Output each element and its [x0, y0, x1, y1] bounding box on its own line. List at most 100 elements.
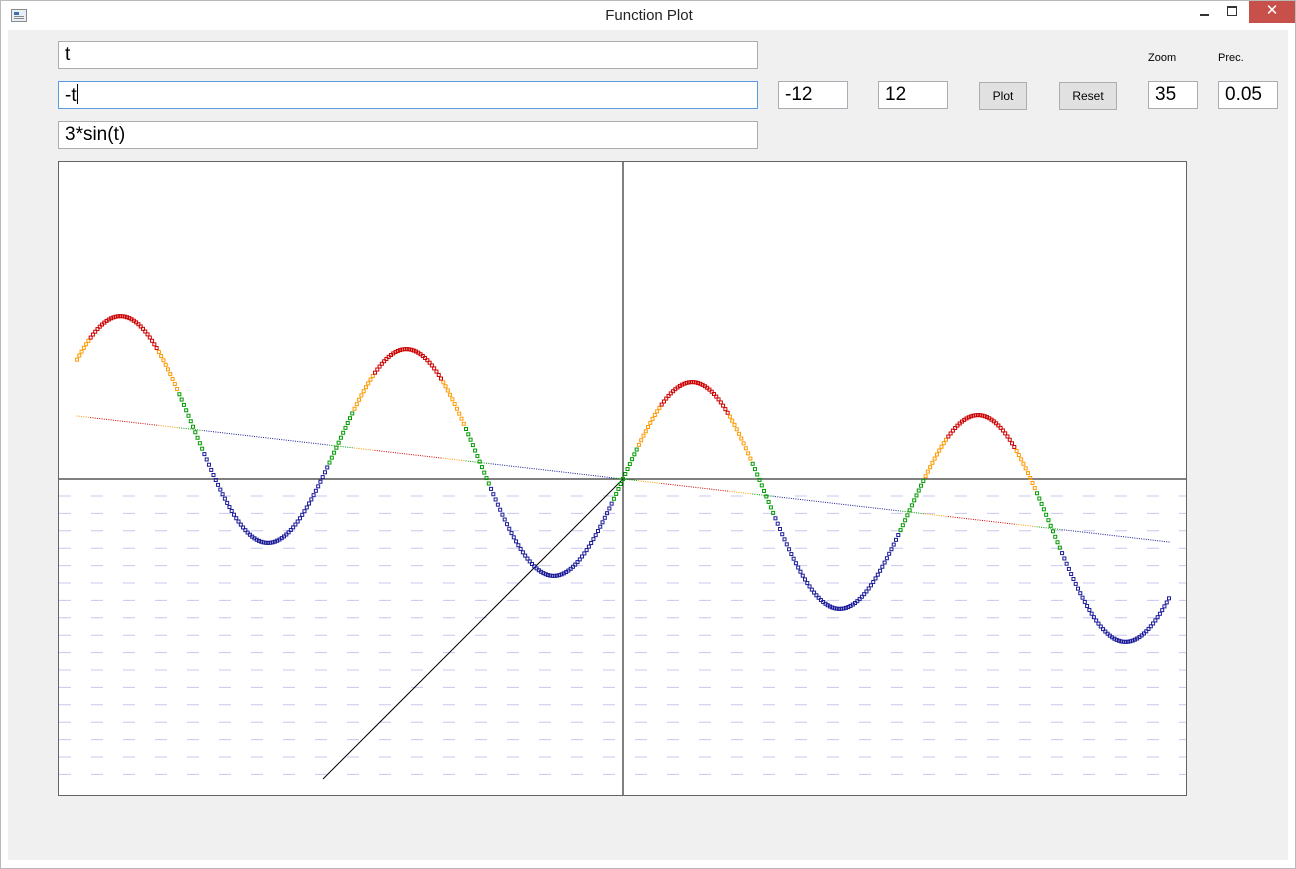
base-point	[581, 473, 583, 475]
curve-point	[84, 342, 89, 347]
base-point	[1045, 527, 1047, 529]
base-point	[508, 465, 510, 467]
base-point	[429, 456, 431, 458]
base-point	[326, 444, 328, 446]
base-point	[563, 471, 565, 473]
reset-button[interactable]: Reset	[1059, 82, 1117, 110]
base-point	[276, 438, 278, 440]
base-point	[681, 485, 683, 487]
base-point	[747, 492, 749, 494]
plot-button[interactable]: Plot	[979, 82, 1027, 110]
t-min-input[interactable]: -12	[778, 81, 848, 109]
curve-point	[231, 512, 236, 517]
curve-point	[186, 413, 191, 418]
plot-canvas[interactable]	[58, 161, 1187, 796]
base-point	[531, 468, 533, 469]
base-point	[545, 469, 547, 471]
base-point	[308, 442, 310, 444]
base-point	[927, 513, 929, 515]
curve-point	[329, 455, 334, 460]
base-point	[181, 427, 183, 429]
base-point	[1018, 524, 1020, 526]
curve-point	[768, 505, 773, 510]
curve-point	[156, 349, 161, 354]
base-point	[1166, 541, 1168, 543]
curve-point	[1073, 581, 1078, 586]
curve-point	[875, 572, 880, 577]
base-point	[479, 461, 481, 463]
base-point	[1159, 540, 1161, 542]
base-point	[536, 468, 538, 470]
zoom-input[interactable]: 35	[1148, 81, 1198, 109]
z-expression-input[interactable]: 3*sin(t)	[58, 121, 758, 149]
curve-point	[489, 486, 494, 491]
y-expression-input[interactable]: -t	[58, 81, 758, 109]
base-point	[1157, 540, 1159, 542]
curve-point	[86, 338, 91, 343]
base-point	[1154, 539, 1156, 541]
base-point	[449, 458, 451, 460]
curve-point	[941, 441, 946, 446]
base-point	[720, 489, 722, 491]
t-max-input[interactable]: 12	[878, 81, 948, 109]
close-button[interactable]: ✕	[1249, 1, 1295, 23]
curve-point	[316, 484, 321, 489]
base-point	[595, 475, 597, 477]
base-point	[1006, 522, 1008, 524]
curve-point	[222, 496, 227, 501]
x-expression-text: t	[65, 44, 71, 65]
base-point	[358, 448, 360, 450]
curve-point	[439, 376, 443, 381]
precision-input[interactable]: 0.05	[1218, 81, 1278, 109]
base-point	[240, 434, 242, 436]
curve-point	[800, 573, 805, 578]
curve-point	[618, 481, 623, 486]
base-point	[369, 449, 371, 451]
base-point	[668, 483, 669, 485]
curve-point	[721, 403, 726, 408]
base-point	[99, 418, 101, 420]
base-point	[1013, 523, 1015, 525]
base-point	[522, 466, 524, 468]
minimize-button[interactable]	[1191, 1, 1217, 23]
curve-point	[200, 446, 205, 451]
curve-point	[627, 462, 632, 467]
curve-point	[168, 372, 173, 377]
base-point	[460, 459, 462, 461]
base-point	[822, 501, 824, 503]
base-point	[879, 508, 881, 510]
base-point	[135, 422, 137, 424]
curve-point	[504, 522, 509, 527]
curve-point	[789, 552, 794, 557]
curve-point	[468, 437, 473, 442]
base-point	[410, 454, 412, 456]
base-point	[708, 488, 710, 490]
base-point	[363, 448, 365, 450]
curve-point	[302, 509, 307, 514]
base-point	[351, 447, 353, 449]
base-point	[799, 498, 801, 500]
base-point	[495, 463, 497, 465]
curve-point	[227, 505, 232, 510]
title-bar[interactable]: Function Plot ✕	[1, 1, 1295, 31]
curve-point	[77, 353, 82, 358]
base-point	[633, 479, 635, 481]
base-point	[1145, 538, 1147, 540]
x-expression-input[interactable]: t	[58, 41, 758, 69]
base-point	[379, 450, 381, 452]
base-point	[1070, 530, 1072, 532]
curve-point	[891, 542, 896, 547]
curve-point	[805, 581, 810, 586]
base-point	[397, 452, 399, 454]
curve-point	[739, 436, 744, 441]
base-point	[702, 487, 704, 489]
maximize-button[interactable]	[1219, 1, 1245, 23]
curve-point	[452, 401, 457, 406]
base-point	[258, 436, 260, 438]
base-point	[406, 453, 408, 455]
base-point	[347, 446, 349, 448]
base-point	[558, 471, 560, 473]
base-point	[604, 476, 606, 478]
base-point	[474, 461, 476, 463]
base-point	[1041, 526, 1043, 528]
